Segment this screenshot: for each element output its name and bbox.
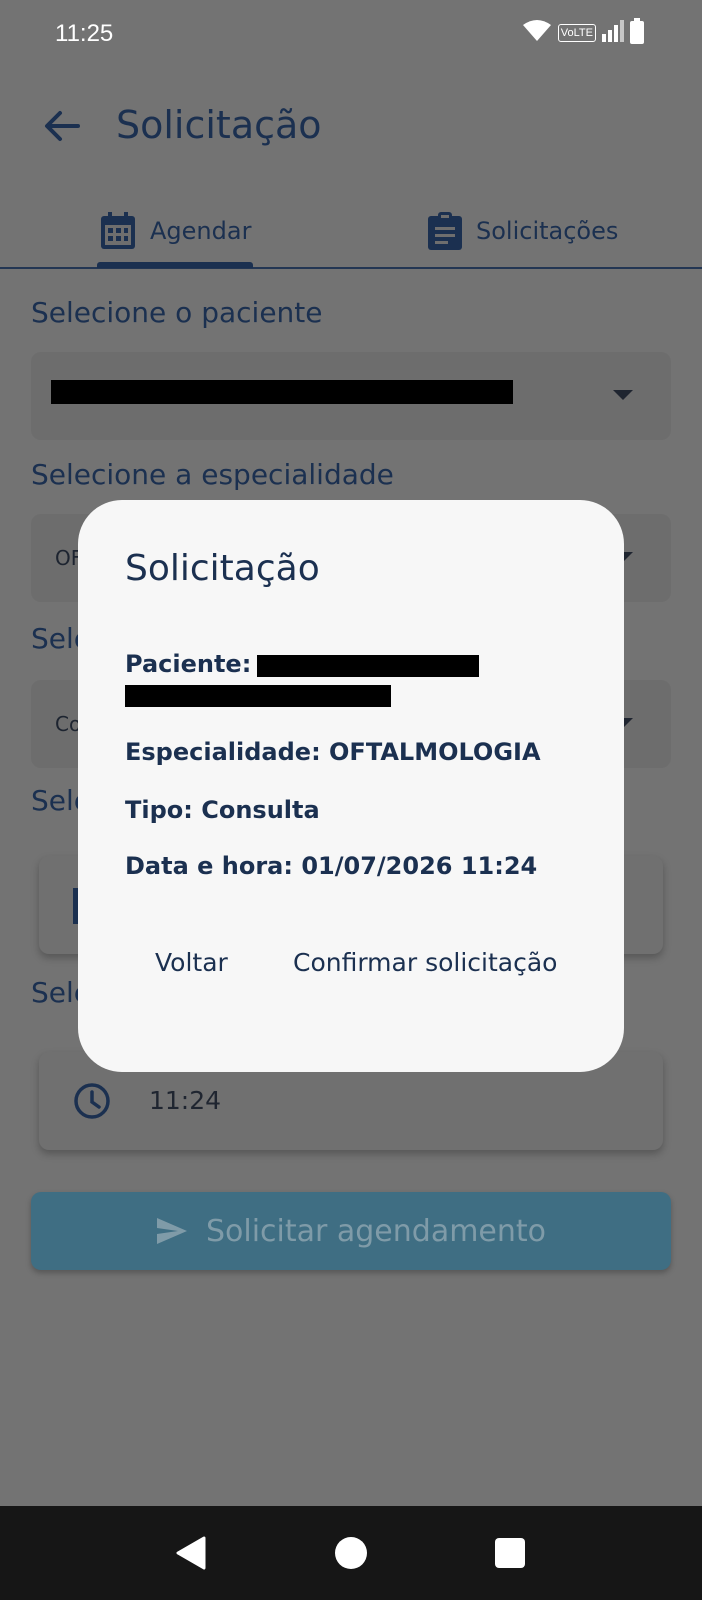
dialog-type: Tipo: Consulta (125, 796, 320, 824)
dialog-datetime-label: Data e hora: (125, 852, 293, 880)
tab-solicitacoes-label: Solicitações (476, 217, 619, 245)
dialog-back-button[interactable]: Voltar (155, 948, 228, 977)
signal-icon (602, 20, 624, 46)
dialog-datetime-value: 01/07/2026 11:24 (301, 852, 538, 880)
navigation-bar (0, 1506, 702, 1600)
dialog-type-label: Tipo: (125, 796, 193, 824)
dialog-specialty-label: Especialidade: (125, 738, 321, 766)
nav-back-icon[interactable] (174, 1536, 206, 1570)
nav-recents-icon[interactable] (494, 1537, 526, 1569)
back-button[interactable] (40, 104, 84, 148)
tab-agendar-label: Agendar (150, 217, 252, 245)
request-appointment-button[interactable]: Solicitar agendamento (31, 1192, 671, 1270)
specialty-label: Selecione a especialidade (31, 458, 394, 491)
tab-solicitacoes[interactable]: Solicitações (428, 196, 618, 266)
wifi-icon (522, 19, 552, 47)
patient-dropdown[interactable] (31, 352, 671, 440)
calendar-icon (101, 212, 135, 249)
dialog-specialty: Especialidade: OFTALMOLOGIA (125, 738, 541, 766)
arrow-left-icon (45, 111, 80, 141)
status-bar: 11:25 VoLTE (0, 0, 702, 70)
nav-home-icon[interactable] (334, 1536, 368, 1570)
dialog-type-value: Consulta (201, 796, 320, 824)
volte-badge: VoLTE (557, 24, 596, 42)
dialog-datetime: Data e hora: 01/07/2026 11:24 (125, 852, 537, 880)
chevron-down-icon (613, 390, 633, 400)
tab-agendar[interactable]: Agendar (100, 196, 251, 266)
dialog-confirm-button[interactable]: Confirmar solicitação (293, 948, 557, 977)
send-icon (156, 1218, 187, 1244)
clock-icon (74, 1083, 110, 1119)
dialog-title: Solicitação (125, 548, 320, 589)
status-icons: VoLTE (522, 18, 644, 48)
confirmation-dialog: Solicitação Paciente: Especialidade: OFT… (78, 500, 624, 1072)
redacted-patient-name (257, 655, 479, 677)
clipboard-icon (428, 212, 462, 250)
redacted-patient-name-line2 (125, 685, 391, 707)
request-appointment-label: Solicitar agendamento (205, 1213, 547, 1249)
page-title: Solicitação (116, 103, 322, 147)
tab-divider (0, 267, 702, 269)
battery-icon (630, 18, 644, 48)
time-value: 11:24 (149, 1086, 222, 1115)
dialog-specialty-value: OFTALMOLOGIA (329, 738, 541, 766)
dialog-patient-label: Paciente: (125, 650, 252, 678)
patient-label: Selecione o paciente (31, 296, 323, 329)
redacted-patient-name (51, 380, 513, 404)
status-time: 11:25 (55, 20, 114, 47)
